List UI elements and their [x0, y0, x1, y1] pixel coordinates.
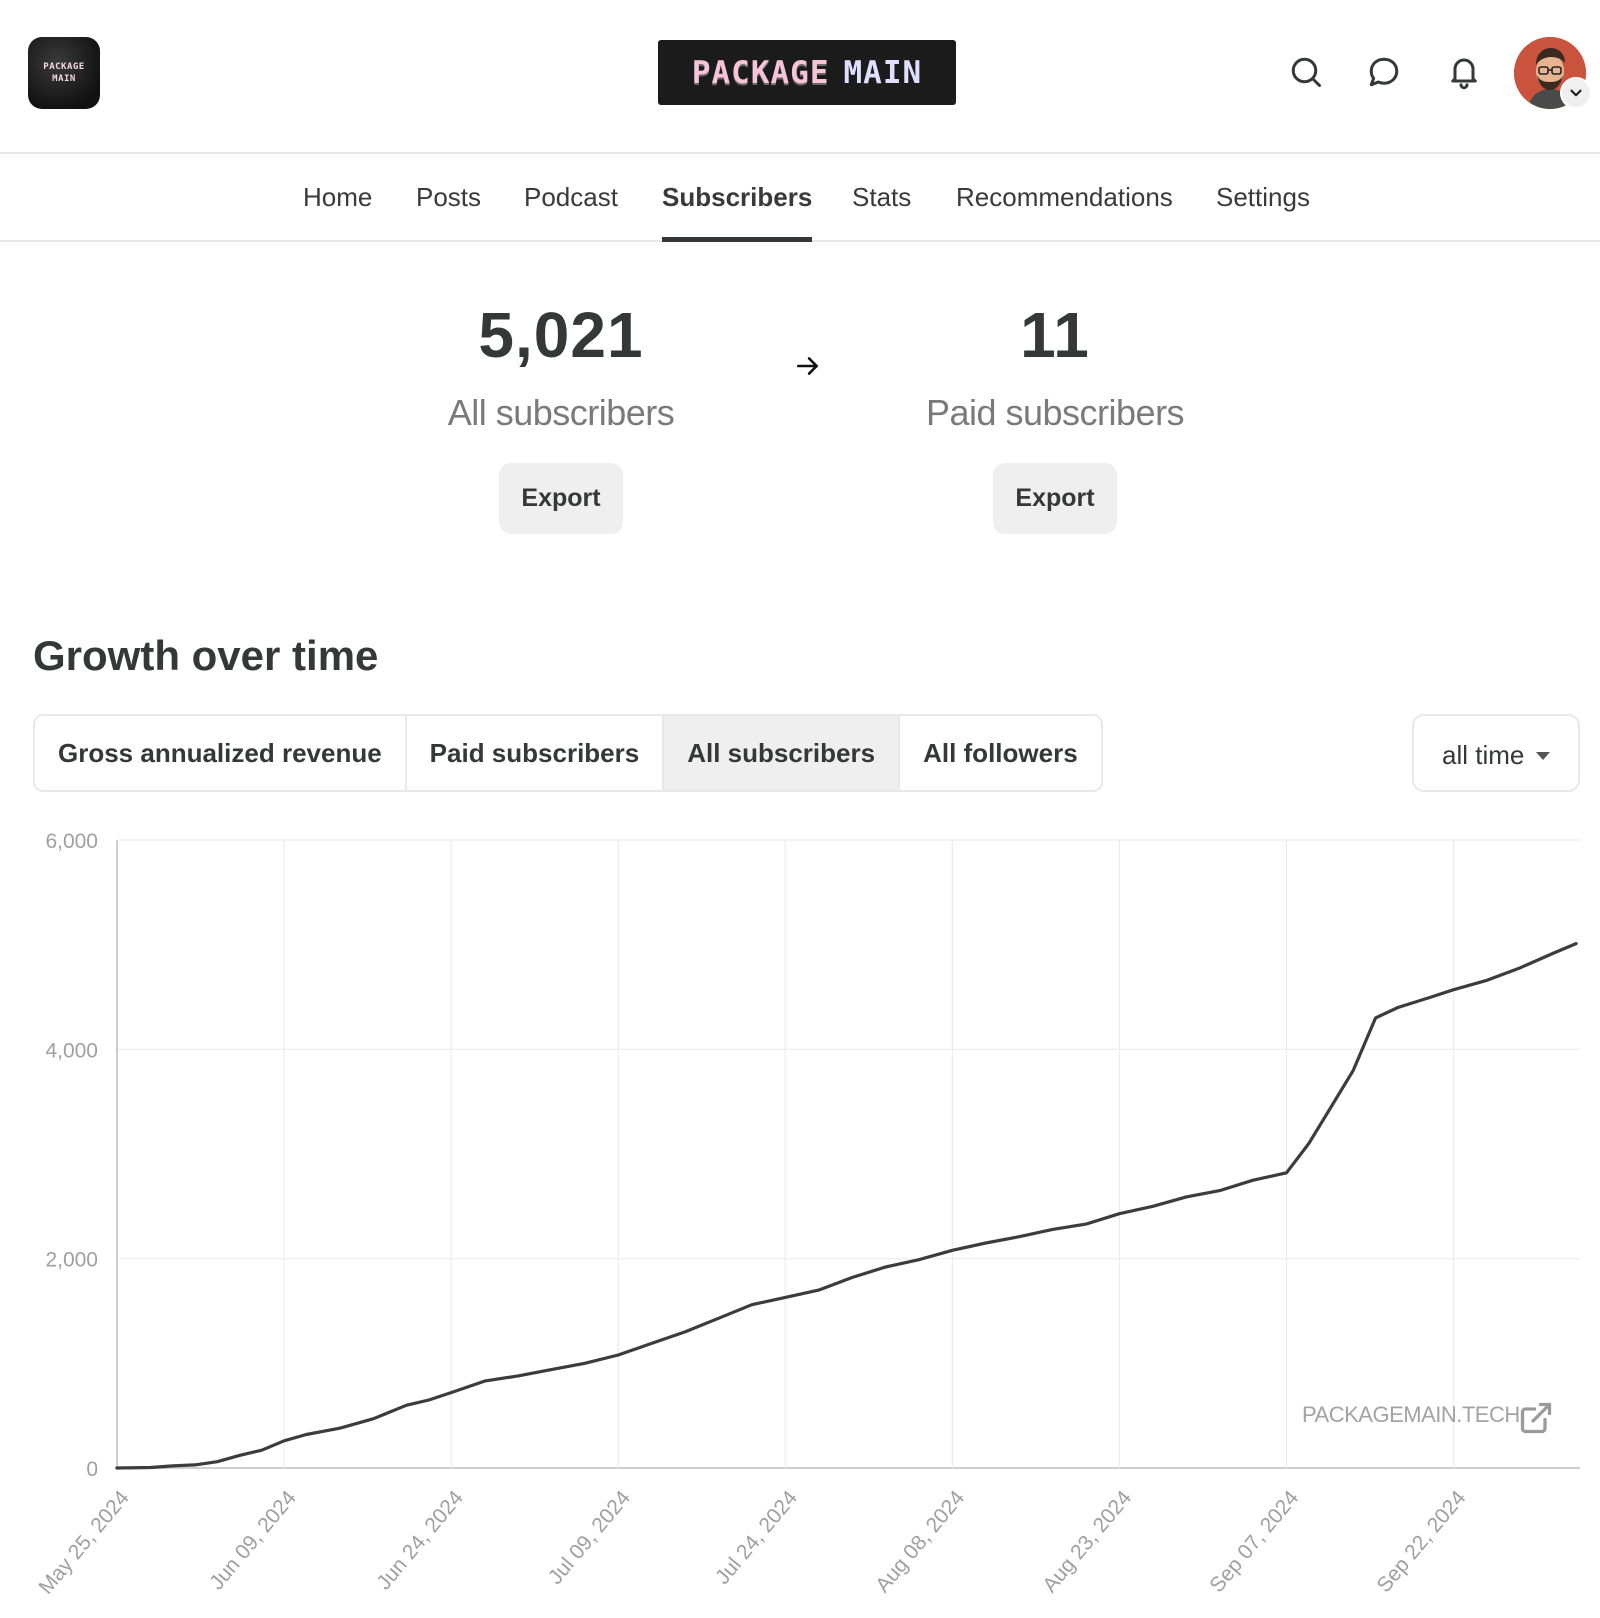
chat-icon[interactable]	[1364, 52, 1404, 92]
top-header: PACKAGE MAIN PACKAGE MAIN	[0, 0, 1600, 154]
dashboard-nav: Home Posts Podcast Subscribers Stats Rec…	[0, 154, 1600, 242]
x-tick-label: Sep 07, 2024	[1205, 1486, 1303, 1597]
watermark-text: PACKAGEMAIN.TECH	[1302, 1402, 1520, 1427]
series-line-all-subscribers	[115, 941, 1578, 1470]
wordmark-text-1: PACKAGE	[691, 54, 830, 91]
x-tick-label: Jul 24, 2024	[711, 1486, 802, 1589]
all-subscribers-count: 5,021	[478, 299, 644, 371]
x-tick-label: May 25, 2024	[34, 1486, 134, 1599]
x-tick-label: Aug 23, 2024	[1038, 1486, 1136, 1597]
segment-gross-revenue[interactable]: Gross annualized revenue	[35, 716, 407, 790]
export-paid-button[interactable]: Export	[993, 463, 1117, 534]
tab-subscribers[interactable]: Subscribers	[662, 154, 813, 242]
publication-wordmark[interactable]: PACKAGE MAIN	[658, 40, 956, 105]
logo-text-line-1: PACKAGE	[43, 62, 85, 72]
logo-text-line-2: MAIN	[52, 74, 76, 84]
publication-logo[interactable]: PACKAGE MAIN	[28, 37, 100, 109]
segment-all-followers[interactable]: All followers	[900, 716, 1101, 790]
tab-posts[interactable]: Posts	[416, 154, 481, 240]
caret-down-icon	[1536, 752, 1550, 760]
paid-subscribers-label: Paid subscribers	[925, 392, 1185, 433]
bell-icon[interactable]	[1444, 52, 1484, 92]
growth-chart: 0 2,000 4,000 6,000 May 25, 2024 Jun 09, 2024…	[34, 830, 1580, 1599]
tab-stats[interactable]: Stats	[852, 154, 911, 240]
y-tick-label: 4,000	[45, 1039, 98, 1062]
y-tick-label: 0	[86, 1458, 98, 1481]
x-tick-label: Sep 22, 2024	[1372, 1486, 1470, 1597]
x-tick-label: Aug 08, 2024	[871, 1486, 969, 1597]
section-title: Growth over time	[33, 632, 379, 679]
tab-recommendations[interactable]: Recommendations	[956, 154, 1173, 240]
tab-settings[interactable]: Settings	[1216, 154, 1310, 240]
x-tick-label: Jun 24, 2024	[372, 1486, 468, 1594]
tab-home[interactable]: Home	[303, 154, 372, 240]
export-all-button[interactable]: Export	[499, 463, 623, 534]
x-tick-label: Jun 09, 2024	[205, 1486, 301, 1594]
time-range-select[interactable]: all time	[1412, 714, 1580, 792]
chevron-down-icon[interactable]	[1560, 77, 1592, 109]
y-tick-label: 6,000	[45, 830, 98, 853]
search-icon[interactable]	[1286, 52, 1326, 92]
arrow-right-icon	[796, 357, 818, 375]
time-range-value: all time	[1442, 740, 1525, 770]
metric-selector: Gross annualized revenue Paid subscriber…	[33, 714, 1103, 792]
all-subscribers-label: All subscribers	[447, 392, 675, 433]
external-link-icon[interactable]	[1518, 1400, 1554, 1436]
wordmark-text-2: MAIN	[843, 54, 923, 91]
y-tick-label: 2,000	[45, 1249, 98, 1272]
x-tick-label: Jul 09, 2024	[544, 1486, 635, 1589]
tab-podcast[interactable]: Podcast	[524, 154, 618, 240]
segment-paid-subscribers[interactable]: Paid subscribers	[407, 716, 665, 790]
paid-subscribers-count: 11	[1020, 299, 1090, 371]
segment-all-subscribers[interactable]: All subscribers	[664, 716, 901, 790]
user-menu[interactable]	[1514, 37, 1592, 109]
